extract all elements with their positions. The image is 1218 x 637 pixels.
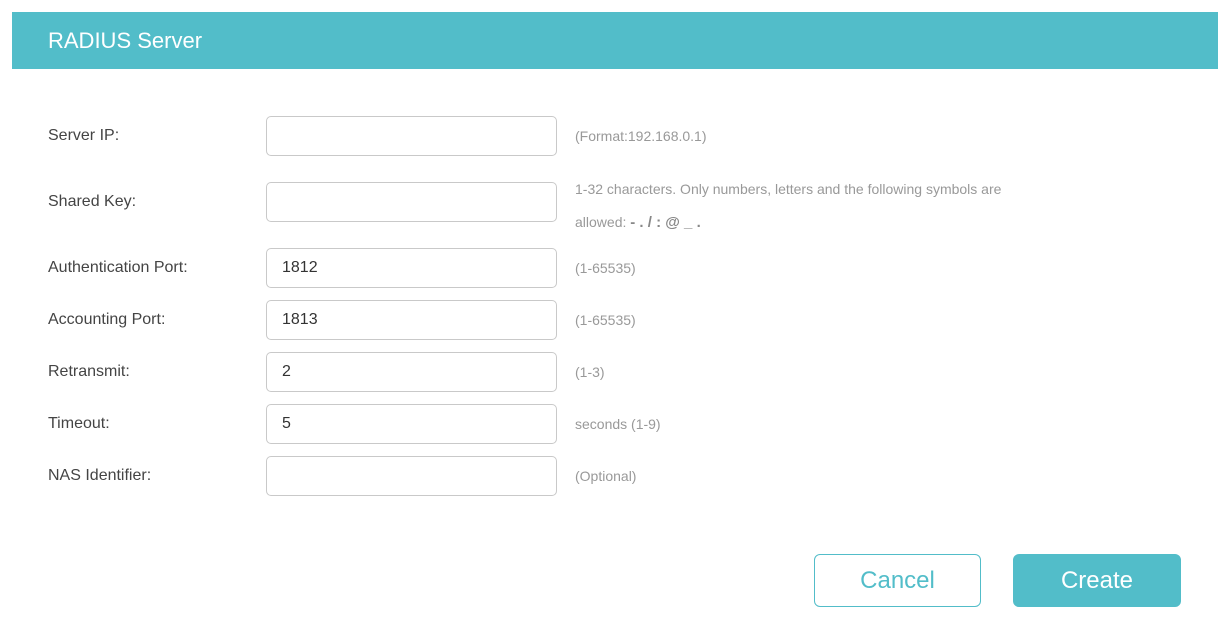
dialog-title: RADIUS Server	[48, 28, 203, 53]
shared-key-hint: 1-32 characters. Only numbers, letters a…	[575, 173, 1175, 239]
retransmit-label: Retransmit:	[48, 363, 130, 380]
server-ip-row: Server IP: (Format:192.168.0.1)	[12, 116, 1218, 156]
shared-key-hint-prefix: allowed:	[575, 214, 631, 230]
shared-key-hint-line2: allowed: - . / : @ _ .	[575, 206, 1175, 239]
nas-identifier-input[interactable]	[266, 456, 557, 496]
nas-identifier-row: NAS Identifier: (Optional)	[12, 456, 1218, 496]
server-ip-input[interactable]	[266, 116, 557, 156]
acct-port-input[interactable]	[266, 300, 557, 340]
nas-identifier-label: NAS Identifier:	[48, 467, 152, 484]
auth-port-input[interactable]	[266, 248, 557, 288]
server-ip-hint: (Format:192.168.0.1)	[575, 128, 707, 144]
radius-server-dialog: RADIUS Server Server IP: (Format:192.168…	[12, 12, 1218, 637]
retransmit-row: Retransmit: (1-3)	[12, 352, 1218, 392]
timeout-label: Timeout:	[48, 415, 110, 432]
shared-key-row: Shared Key: 1-32 characters. Only number…	[12, 181, 1218, 231]
auth-port-hint: (1-65535)	[575, 260, 636, 276]
dialog-header: RADIUS Server	[12, 12, 1218, 69]
timeout-hint: seconds (1-9)	[575, 416, 661, 432]
retransmit-input[interactable]	[266, 352, 557, 392]
timeout-row: Timeout: seconds (1-9)	[12, 404, 1218, 444]
shared-key-hint-line1: 1-32 characters. Only numbers, letters a…	[575, 181, 1002, 197]
timeout-input[interactable]	[266, 404, 557, 444]
retransmit-hint: (1-3)	[575, 364, 605, 380]
nas-identifier-hint: (Optional)	[575, 468, 637, 484]
create-button[interactable]: Create	[1013, 554, 1181, 607]
shared-key-input[interactable]	[266, 182, 557, 222]
shared-key-hint-symbols: - . / : @ _ .	[630, 214, 701, 231]
acct-port-hint: (1-65535)	[575, 312, 636, 328]
cancel-button[interactable]: Cancel	[814, 554, 981, 607]
auth-port-label: Authentication Port:	[48, 259, 188, 276]
acct-port-label: Accounting Port:	[48, 311, 166, 328]
auth-port-row: Authentication Port: (1-65535)	[12, 248, 1218, 288]
acct-port-row: Accounting Port: (1-65535)	[12, 300, 1218, 340]
shared-key-label: Shared Key:	[48, 193, 137, 210]
server-ip-label: Server IP:	[48, 127, 120, 144]
